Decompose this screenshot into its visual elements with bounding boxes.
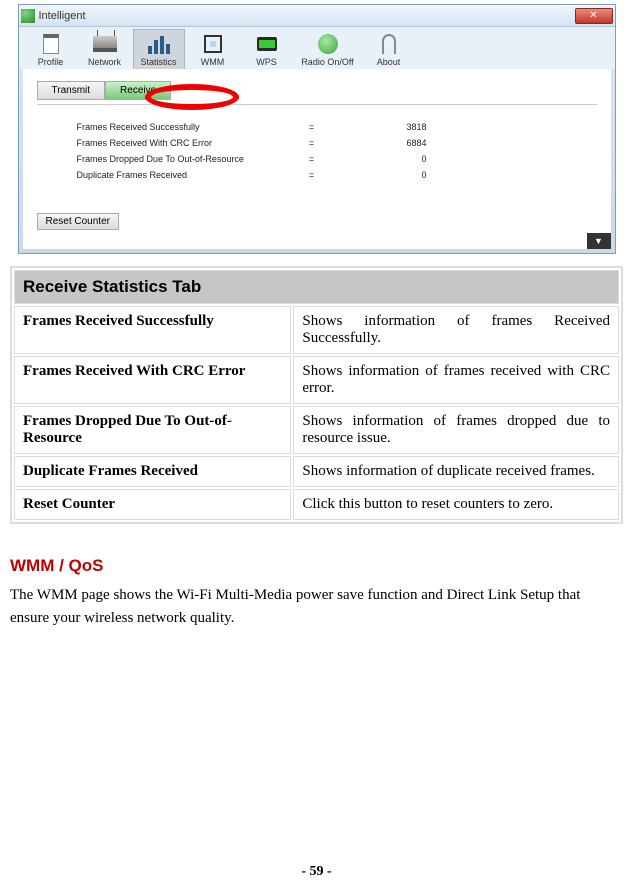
stat-row: Frames Received Successfully = 3818 [37,119,597,135]
profile-icon [43,34,59,54]
close-icon: ✕ [589,10,597,21]
stat-row: Frames Dropped Due To Out-of-Resource = … [37,151,597,167]
stat-label: Frames Received Successfully [37,122,277,132]
doc-desc: Click this button to reset counters to z… [293,489,619,520]
subtabs: Transmit Receive [37,81,597,100]
doc-key: Reset Counter [14,489,291,520]
stat-label: Duplicate Frames Received [37,170,277,180]
tab-receive[interactable]: Receive [105,81,171,100]
tab-transmit[interactable]: Transmit [37,81,106,100]
stat-eq: = [277,138,347,148]
stat-value: 0 [347,170,427,180]
doc-key: Frames Received Successfully [14,306,291,354]
doc-desc: Shows information of duplicate received … [293,456,619,487]
stats-grid: Frames Received Successfully = 3818 Fram… [37,119,597,183]
section-heading: WMM / QoS [10,556,623,576]
doc-table: Receive Statistics Tab Frames Received S… [10,266,623,524]
toolbar-statistics[interactable]: Statistics [133,29,185,69]
doc-key: Duplicate Frames Received [14,456,291,487]
doc-key: Frames Received With CRC Error [14,356,291,404]
stat-value: 3818 [347,122,427,132]
stat-row: Duplicate Frames Received = 0 [37,167,597,183]
doc-desc: Shows information of frames received wit… [293,356,619,404]
stat-eq: = [277,170,347,180]
window-title: Intelligent [39,10,575,22]
stat-eq: = [277,154,347,164]
reset-counter-button[interactable]: Reset Counter [37,213,119,230]
stat-label: Frames Dropped Due To Out-of-Resource [37,154,277,164]
app-icon [21,9,35,23]
stat-label: Frames Received With CRC Error [37,138,277,148]
stat-value: 6884 [347,138,427,148]
table-row: Duplicate Frames Received Shows informat… [14,456,619,487]
doc-desc: Shows information of frames Received Suc… [293,306,619,354]
section-body: The WMM page shows the Wi-Fi Multi-Media… [10,584,623,629]
table-row: Frames Dropped Due To Out-of-Resource Sh… [14,406,619,454]
doc-key: Frames Dropped Due To Out-of-Resource [14,406,291,454]
statistics-icon [148,34,170,54]
table-row: Frames Received Successfully Shows infor… [14,306,619,354]
toolbar-radio[interactable]: Radio On/Off [295,30,361,69]
close-button[interactable]: ✕ [575,8,613,24]
toolbar: Profile Network Statistics WMM WPS Radio… [19,27,615,69]
toolbar-wps[interactable]: WPS [241,30,293,69]
doc-table-header: Receive Statistics Tab [14,270,619,304]
toolbar-network[interactable]: Network [79,30,131,69]
page-number: - 59 - [0,864,633,880]
collapse-icon[interactable]: ▼ [587,233,611,249]
table-row: Frames Received With CRC Error Shows inf… [14,356,619,404]
toolbar-profile[interactable]: Profile [25,30,77,69]
wmm-icon [204,35,222,53]
divider [37,104,597,105]
toolbar-wmm[interactable]: WMM [187,30,239,69]
stat-row: Frames Received With CRC Error = 6884 [37,135,597,151]
wps-icon [257,37,277,51]
about-icon [382,34,396,54]
app-window: Intelligent ✕ Profile Network Statistics… [18,4,616,254]
doc-desc: Shows information of frames dropped due … [293,406,619,454]
network-icon [93,36,117,52]
radio-icon [318,34,338,54]
table-row: Reset Counter Click this button to reset… [14,489,619,520]
toolbar-about[interactable]: About [363,30,415,69]
content-panel: Transmit Receive Frames Received Success… [23,69,611,249]
stat-value: 0 [347,154,427,164]
titlebar: Intelligent ✕ [19,5,615,27]
stat-eq: = [277,122,347,132]
